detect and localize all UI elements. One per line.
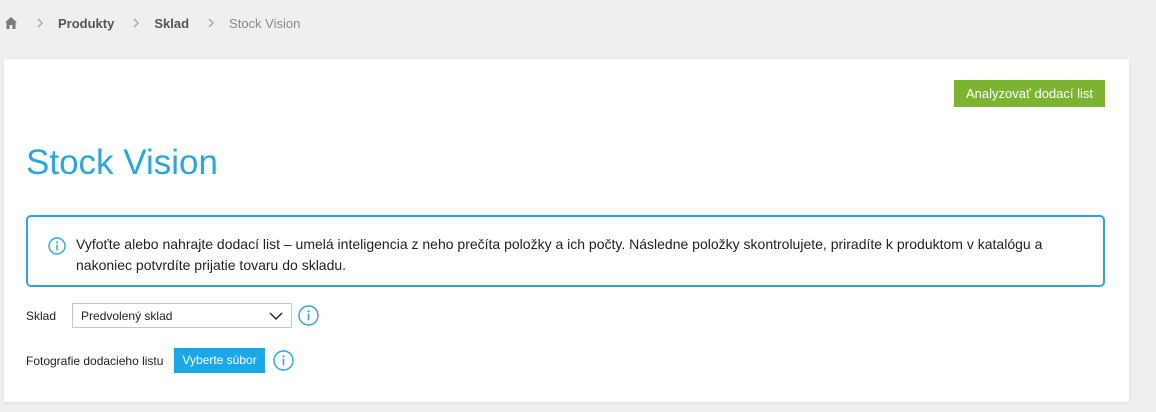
sklad-info-icon[interactable] [298,305,319,326]
breadcrumb-item-sklad[interactable]: Sklad [154,16,189,31]
home-icon[interactable] [4,16,18,30]
sklad-select-value: Predvolený sklad [81,308,173,323]
info-icon [48,237,66,260]
breadcrumb-item-produkty[interactable]: Produkty [58,16,114,31]
sklad-row: Sklad Predvolený sklad [26,303,319,328]
chevron-right-icon [36,18,44,28]
sklad-select[interactable]: Predvolený sklad [72,303,293,328]
sklad-label: Sklad [26,308,57,323]
info-box: Vyfoťte alebo nahrajte dodací list – ume… [26,215,1105,287]
page-title: Stock Vision [26,143,218,182]
breadcrumb-current: Stock Vision [229,15,301,31]
photo-label: Fotografie dodacieho listu [26,353,164,368]
chevron-right-icon [207,18,215,28]
chevron-right-icon [132,18,140,28]
photo-info-icon[interactable] [272,350,294,371]
photo-row: Fotografie dodacieho listu Vyberte súbor [26,348,294,373]
analyze-delivery-note-button[interactable]: Analyzovať dodací list [954,80,1105,107]
main-card: Analyzovať dodací list Stock Vision Vyfo… [4,59,1129,402]
breadcrumb: Produkty Sklad Stock Vision [4,14,300,32]
info-text: Vyfoťte alebo nahrajte dodací list – ume… [76,236,1043,273]
choose-file-button[interactable]: Vyberte súbor [174,348,265,373]
chevron-down-icon [269,309,283,323]
